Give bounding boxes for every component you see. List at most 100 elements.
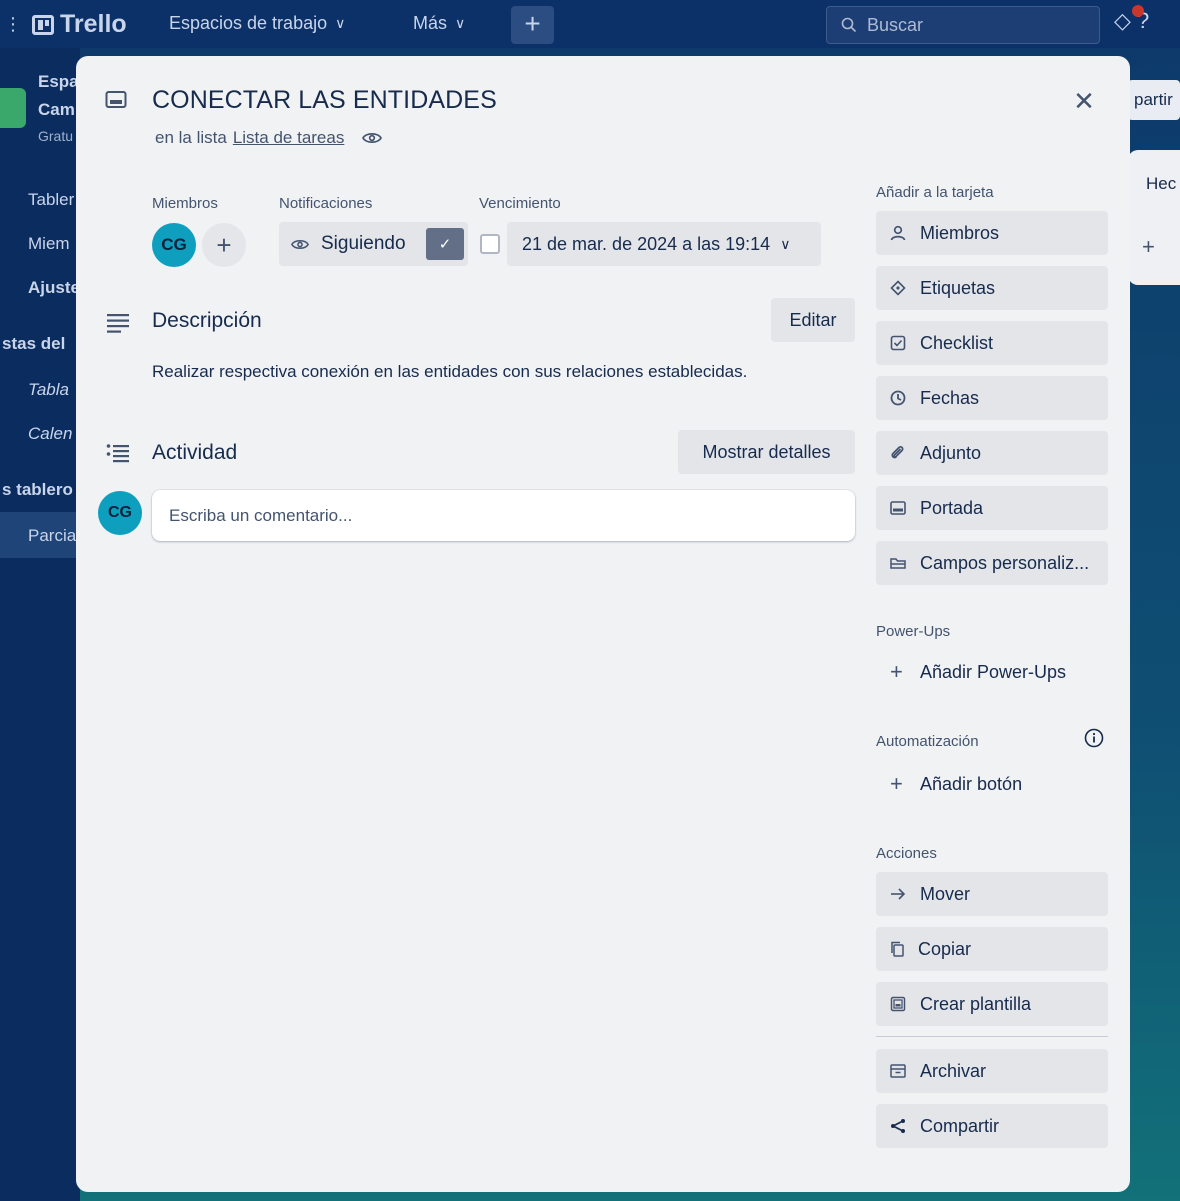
show-details-button[interactable]: Mostrar detalles xyxy=(678,430,855,474)
due-complete-checkbox[interactable] xyxy=(480,234,500,254)
members-button[interactable]: Miembros xyxy=(876,211,1108,255)
follow-label: Siguiendo xyxy=(321,233,406,254)
attachment-button[interactable]: Adjunto xyxy=(876,431,1108,475)
tag-icon xyxy=(890,280,906,296)
top-navigation-bar: ⋮ Trello Espacios de trabajo ∨ Más ∨ + B… xyxy=(0,0,1180,48)
chevron-down-icon: ∨ xyxy=(780,235,791,252)
plus-icon: + xyxy=(216,229,232,260)
sidebar-section-boards: s tablero xyxy=(2,480,73,499)
checklist-icon xyxy=(890,335,906,351)
workspace-name-line2: Cam xyxy=(38,100,75,119)
clock-icon xyxy=(890,390,906,406)
dates-button[interactable]: Fechas xyxy=(876,376,1108,420)
share-board-button[interactable]: partir xyxy=(1128,80,1180,120)
sidebar-item-calendar[interactable]: Calen xyxy=(28,424,72,444)
add-powerups-button[interactable]: + Añadir Power-Ups xyxy=(876,650,1108,694)
description-icon xyxy=(107,314,129,333)
plus-icon: + xyxy=(890,659,903,684)
workspace-plan: Gratu xyxy=(38,128,74,144)
in-list-prefix: en la lista xyxy=(155,128,227,147)
sidebar-item-members[interactable]: Miem xyxy=(28,234,70,254)
sidebar-item-boards[interactable]: Tabler xyxy=(28,190,74,210)
card-icon xyxy=(105,91,127,108)
close-icon[interactable]: ✕ xyxy=(1066,83,1102,119)
make-template-button[interactable]: Crear plantilla xyxy=(876,982,1108,1026)
template-icon xyxy=(890,996,906,1012)
automation-heading: Automatización xyxy=(876,733,979,750)
add-powerups-label: Añadir Power-Ups xyxy=(920,661,1067,682)
copy-button-label: Copiar xyxy=(918,938,972,959)
list-name-link[interactable]: Lista de tareas xyxy=(233,128,345,148)
share-button[interactable]: Compartir xyxy=(876,1104,1108,1148)
workspaces-menu-label: Espacios de trabajo xyxy=(169,13,328,33)
member-avatar[interactable]: CG xyxy=(152,223,196,267)
more-menu-label: Más xyxy=(413,13,448,33)
cover-button-label: Portada xyxy=(920,497,984,518)
more-menu[interactable]: Más ∨ xyxy=(413,13,465,34)
card-title[interactable]: CONECTAR LAS ENTIDADES xyxy=(152,86,497,115)
custom-fields-button[interactable]: Campos personaliz... xyxy=(876,541,1108,585)
notification-badge xyxy=(1132,5,1144,17)
share-icon xyxy=(891,1119,905,1133)
workspace-name: Espa xyxy=(38,72,79,91)
dates-button-label: Fechas xyxy=(920,387,980,408)
attachment-button-label: Adjunto xyxy=(920,442,982,463)
labels-button-label: Etiquetas xyxy=(920,277,996,298)
workspaces-menu[interactable]: Espacios de trabajo ∨ xyxy=(169,13,345,34)
search-input[interactable]: Buscar xyxy=(826,6,1100,44)
search-icon xyxy=(841,17,857,33)
check-icon: ✓ xyxy=(426,228,464,260)
card-list-location: en la lista Lista de tareas xyxy=(155,128,383,148)
due-date-label: Vencimiento xyxy=(479,195,561,212)
follow-button[interactable]: Siguiendo ✓ xyxy=(279,222,468,266)
actions-heading: Acciones xyxy=(876,845,937,862)
sidebar-item-settings[interactable]: Ajuste xyxy=(28,278,80,298)
make-template-button-label: Crear plantilla xyxy=(920,993,1032,1014)
chevron-down-icon: ∨ xyxy=(455,15,466,31)
actions-divider xyxy=(876,1036,1108,1037)
cover-button[interactable]: Portada xyxy=(876,486,1108,530)
add-card-icon[interactable]: + xyxy=(1142,234,1180,260)
person-icon xyxy=(890,225,906,241)
due-date-value: 21 de mar. de 2024 a las 19:14 xyxy=(522,233,771,254)
description-text[interactable]: Realizar respectiva conexión en las enti… xyxy=(152,362,747,382)
trello-logo-text: Trello xyxy=(60,10,127,38)
sidebar-board-item[interactable]: Parcia xyxy=(28,526,76,546)
custom-fields-button-label: Campos personaliz... xyxy=(920,552,1090,573)
app-switcher-icon[interactable]: ⋮ xyxy=(4,14,22,34)
archive-button-label: Archivar xyxy=(920,1060,987,1081)
trello-logo[interactable]: Trello xyxy=(32,10,127,39)
due-date-button[interactable]: 21 de mar. de 2024 a las 19:14 ∨ xyxy=(507,222,821,266)
move-button[interactable]: Mover xyxy=(876,872,1108,916)
copy-button[interactable]: Copiar xyxy=(876,927,1108,971)
sidebar-section-views: stas del xyxy=(2,334,66,353)
sidebar-item-table[interactable]: Tabla xyxy=(28,380,69,400)
move-button-label: Mover xyxy=(920,883,971,904)
powerups-heading: Power-Ups xyxy=(876,623,951,640)
create-button[interactable]: + xyxy=(511,6,554,44)
custom-fields-icon xyxy=(890,558,906,569)
archive-icon xyxy=(890,1064,906,1078)
checklist-button-label: Checklist xyxy=(920,332,994,353)
add-to-card-heading: Añadir a la tarjeta xyxy=(876,184,994,201)
comment-input[interactable] xyxy=(152,490,855,541)
add-button-button[interactable]: + Añadir botón xyxy=(876,762,1108,806)
archive-button[interactable]: Archivar xyxy=(876,1049,1108,1093)
members-button-label: Miembros xyxy=(920,222,1000,243)
paperclip-icon xyxy=(891,446,904,459)
activity-icon xyxy=(106,444,129,463)
edit-description-button[interactable]: Editar xyxy=(771,298,855,342)
activity-title: Actividad xyxy=(152,441,238,464)
workspace-avatar[interactable] xyxy=(0,88,26,128)
labels-button[interactable]: Etiquetas xyxy=(876,266,1108,310)
checklist-button[interactable]: Checklist xyxy=(876,321,1108,365)
arrow-right-icon xyxy=(891,888,906,900)
add-member-button[interactable]: + xyxy=(202,223,246,267)
trello-logo-icon xyxy=(32,14,54,35)
card-detail-modal: CONECTAR LAS ENTIDADES ✕ en la lista Lis… xyxy=(76,56,1130,1192)
eye-icon xyxy=(291,239,309,249)
notifications-label: Notificaciones xyxy=(279,195,373,212)
search-placeholder: Buscar xyxy=(867,14,924,35)
members-label: Miembros xyxy=(152,195,218,212)
info-icon[interactable] xyxy=(1083,727,1105,749)
